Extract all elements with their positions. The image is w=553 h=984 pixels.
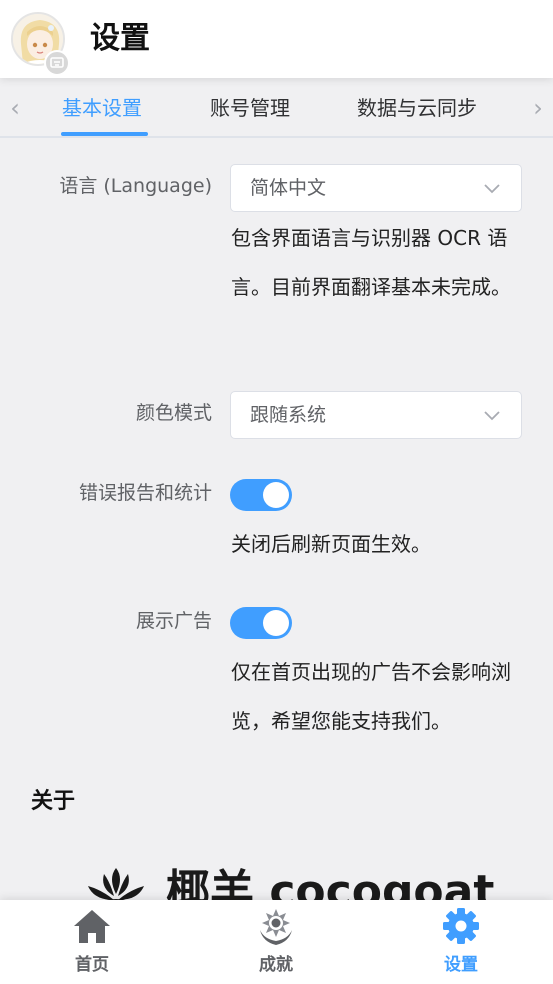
achievement-icon: [260, 909, 292, 945]
color-mode-label: 颜色模式: [135, 402, 212, 424]
chevron-left-icon[interactable]: ‹: [2, 94, 28, 122]
language-select[interactable]: 简体中文: [230, 164, 522, 212]
error-report-hint: 关闭后刷新页面生效。: [231, 532, 431, 556]
show-ads-toggle[interactable]: [230, 607, 292, 639]
about-section-title: 关于: [31, 789, 76, 814]
tab-account-management[interactable]: 账号管理: [210, 80, 290, 136]
nav-achievements[interactable]: 成就: [216, 906, 336, 980]
chevron-down-icon: [484, 411, 500, 421]
nav-settings-label: 设置: [444, 955, 478, 975]
language-select-value: 简体中文: [250, 177, 327, 199]
chevron-right-icon[interactable]: ›: [525, 94, 551, 122]
app-header: 设置: [0, 0, 553, 78]
nav-settings[interactable]: 设置: [401, 906, 521, 980]
color-mode-select[interactable]: 跟随系统: [230, 391, 522, 439]
nav-home[interactable]: 首页: [32, 906, 152, 980]
language-hint: 包含界面语言与识别器 OCR 语言。目前界面翻译基本未完成。: [231, 226, 511, 299]
color-mode-select-value: 跟随系统: [250, 404, 327, 426]
show-ads-label: 展示广告: [135, 610, 212, 632]
gear-icon: [443, 908, 479, 944]
language-label: 语言 (Language): [59, 175, 212, 197]
active-tab-indicator: [61, 132, 148, 136]
toggle-knob: [263, 482, 289, 508]
bottom-navigation: 首页 成就 设置: [0, 900, 553, 984]
nav-home-label: 首页: [75, 955, 109, 975]
error-report-label: 错误报告和统计: [78, 482, 212, 504]
page-title: 设置: [90, 21, 150, 56]
show-ads-hint: 仅在首页出现的广告不会影响浏览，希望您能支持我们。: [231, 660, 511, 733]
home-icon: [74, 910, 110, 943]
chevron-down-icon: [484, 184, 500, 194]
settings-tabs: ‹ 基本设置 账号管理 数据与云同步 ›: [0, 80, 553, 138]
toggle-knob: [263, 610, 289, 636]
error-report-toggle[interactable]: [230, 479, 292, 511]
nav-achievements-label: 成就: [259, 955, 293, 975]
avatar-badge-icon: [44, 50, 70, 76]
tab-basic-settings[interactable]: 基本设置: [62, 80, 142, 136]
tab-data-cloud-sync[interactable]: 数据与云同步: [357, 80, 477, 136]
